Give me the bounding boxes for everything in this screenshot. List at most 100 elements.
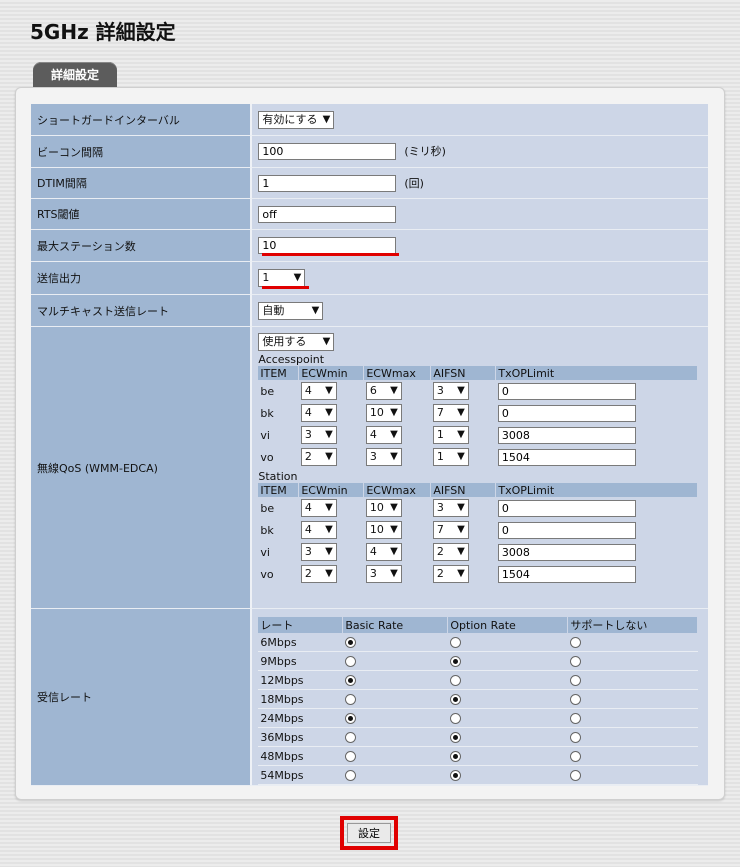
radio-none[interactable] bbox=[569, 751, 581, 762]
chevron-down-icon: ▼ bbox=[325, 546, 333, 557]
ecwmax-select[interactable]: 3 ▼ bbox=[365, 565, 402, 583]
ecwmin-select[interactable]: 3 ▼ bbox=[300, 543, 337, 561]
txoplimit-input[interactable] bbox=[497, 426, 636, 444]
txoplimit-input[interactable] bbox=[497, 543, 636, 561]
max-stations-input[interactable] bbox=[258, 237, 397, 254]
ecwmax-select[interactable]: 10 ▼ bbox=[365, 404, 402, 422]
rate-row: 36Mbps bbox=[258, 727, 698, 747]
wmm-label: 無線QoS (WMM-EDCA) bbox=[31, 327, 253, 609]
ecwmin-select[interactable]: 4 ▼ bbox=[300, 404, 337, 422]
col-ecwmin: ECWmin bbox=[298, 366, 365, 380]
aifsn-select[interactable]: 7 ▼ bbox=[432, 521, 469, 539]
accesspoint-heading: Accesspoint bbox=[258, 353, 325, 366]
radio-none[interactable] bbox=[569, 732, 581, 743]
rts-threshold-input[interactable] bbox=[258, 205, 397, 223]
aifsn-select[interactable]: 2 ▼ bbox=[432, 543, 469, 561]
dtim-interval-input[interactable] bbox=[258, 174, 397, 192]
ecwmax-select[interactable]: 4 ▼ bbox=[365, 543, 402, 561]
radio-none[interactable] bbox=[569, 656, 581, 667]
dtim-unit: (回) bbox=[404, 176, 424, 190]
ecwmax-select[interactable]: 4 ▼ bbox=[365, 426, 402, 444]
txoplimit-input[interactable] bbox=[497, 404, 636, 422]
radio-option[interactable] bbox=[449, 656, 461, 667]
short-gi-select[interactable]: 有効にする ▼ bbox=[258, 110, 335, 129]
chevron-down-icon: ▼ bbox=[457, 502, 465, 513]
rx-rate-table: レート Basic Rate Option Rate サポートしない 6Mbps… bbox=[258, 617, 699, 785]
item-label: vi bbox=[260, 428, 270, 442]
radio-option[interactable] bbox=[449, 675, 461, 686]
chevron-down-icon: ▼ bbox=[390, 451, 398, 462]
ecwmax-select[interactable]: 6 ▼ bbox=[365, 382, 402, 400]
chevron-down-icon: ▼ bbox=[390, 546, 398, 557]
ecwmin-select[interactable]: 4 ▼ bbox=[300, 521, 337, 539]
radio-option[interactable] bbox=[449, 770, 461, 781]
ecwmax-select[interactable]: 10 ▼ bbox=[365, 499, 402, 517]
aifsn-select[interactable]: 1 ▼ bbox=[432, 448, 469, 466]
radio-option[interactable] bbox=[449, 713, 461, 724]
radio-basic[interactable] bbox=[344, 656, 356, 667]
radio-basic[interactable] bbox=[344, 694, 356, 705]
radio-basic[interactable] bbox=[344, 770, 356, 781]
rate-row: 18Mbps bbox=[258, 689, 698, 709]
chevron-down-icon: ▼ bbox=[390, 502, 398, 513]
aifsn-select[interactable]: 7 ▼ bbox=[432, 404, 469, 422]
col-ecwmax: ECWmax bbox=[363, 483, 432, 497]
aifsn-select[interactable]: 3 ▼ bbox=[432, 499, 469, 517]
ecwmin-select[interactable]: 2 ▼ bbox=[300, 448, 337, 466]
multicast-rate-select[interactable]: 自動 ▼ bbox=[258, 301, 324, 320]
rate-row: 24Mbps bbox=[258, 708, 698, 728]
radio-option[interactable] bbox=[449, 751, 461, 762]
radio-none[interactable] bbox=[569, 713, 581, 724]
chevron-down-icon: ▼ bbox=[457, 451, 465, 462]
aifsn-select[interactable]: 3 ▼ bbox=[432, 382, 469, 400]
chevron-down-icon: ▼ bbox=[390, 385, 398, 396]
radio-option[interactable] bbox=[449, 637, 461, 648]
radio-none[interactable] bbox=[569, 637, 581, 648]
chevron-down-icon: ▼ bbox=[325, 524, 333, 535]
beacon-interval-input[interactable] bbox=[258, 143, 397, 160]
chevron-down-icon: ▼ bbox=[390, 407, 398, 418]
aifsn-select[interactable]: 2 ▼ bbox=[432, 565, 469, 583]
rts-label: RTS閾値 bbox=[31, 199, 253, 230]
ecwmin-select[interactable]: 2 ▼ bbox=[300, 565, 337, 583]
radio-none[interactable] bbox=[569, 675, 581, 686]
ecwmax-select[interactable]: 10 ▼ bbox=[365, 521, 402, 539]
rate-label: 24Mbps bbox=[258, 708, 343, 728]
txoplimit-input[interactable] bbox=[497, 521, 636, 539]
radio-basic[interactable] bbox=[344, 675, 356, 686]
chevron-down-icon: ▼ bbox=[457, 385, 465, 396]
table-row: bk 4 ▼ 10 ▼ 7 ▼ bbox=[258, 402, 698, 424]
submit-button[interactable]: 設定 bbox=[347, 823, 391, 843]
radio-basic[interactable] bbox=[344, 637, 356, 648]
radio-none[interactable] bbox=[569, 694, 581, 705]
txoplimit-input[interactable] bbox=[497, 565, 636, 583]
txoplimit-input[interactable] bbox=[497, 499, 636, 517]
ecwmin-select[interactable]: 4 ▼ bbox=[300, 382, 337, 400]
txoplimit-input[interactable] bbox=[497, 448, 636, 466]
ecwmin-select[interactable]: 4 ▼ bbox=[300, 499, 337, 517]
col-unsupported: サポートしない bbox=[567, 617, 699, 633]
ecwmin-select[interactable]: 3 ▼ bbox=[300, 426, 337, 444]
tx-power-select[interactable]: 1 ▼ bbox=[258, 269, 306, 287]
tab-advanced-settings[interactable]: 詳細設定 bbox=[33, 62, 117, 88]
chevron-down-icon: ▼ bbox=[390, 429, 398, 440]
col-aifsn: AIFSN bbox=[430, 366, 497, 380]
station-heading: Station bbox=[258, 470, 298, 483]
item-label: be bbox=[260, 501, 275, 515]
radio-option[interactable] bbox=[449, 694, 461, 705]
radio-none[interactable] bbox=[569, 770, 581, 781]
radio-basic[interactable] bbox=[344, 751, 356, 762]
col-aifsn: AIFSN bbox=[430, 483, 497, 497]
col-rate: レート bbox=[258, 617, 344, 633]
radio-basic[interactable] bbox=[344, 713, 356, 724]
radio-basic[interactable] bbox=[344, 732, 356, 743]
aifsn-select[interactable]: 1 ▼ bbox=[432, 426, 469, 444]
col-txoplimit: TxOPLimit bbox=[495, 366, 699, 380]
txoplimit-input[interactable] bbox=[497, 382, 636, 400]
item-label: vo bbox=[260, 450, 274, 464]
max-stations-highlight bbox=[262, 253, 399, 256]
radio-option[interactable] bbox=[449, 732, 461, 743]
wmm-enable-select[interactable]: 使用する ▼ bbox=[258, 333, 335, 351]
ecwmax-select[interactable]: 3 ▼ bbox=[365, 448, 402, 466]
chevron-down-icon: ▼ bbox=[325, 451, 333, 462]
